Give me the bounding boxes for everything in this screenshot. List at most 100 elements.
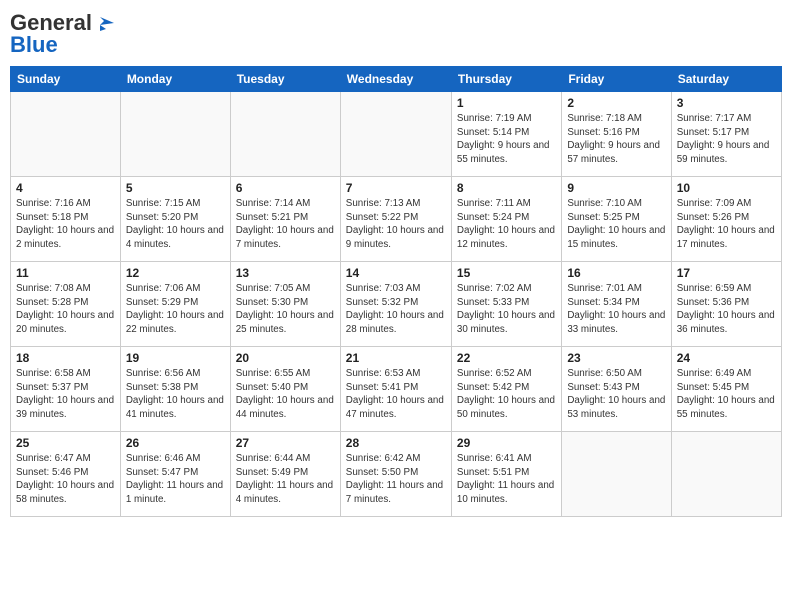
day-cell: 16 Sunrise: 7:01 AMSunset: 5:34 PMDayligh…	[562, 262, 671, 347]
day-cell: 14 Sunrise: 7:03 AMSunset: 5:32 PMDayligh…	[340, 262, 451, 347]
day-info: Sunrise: 7:09 AMSunset: 5:26 PMDaylight:…	[677, 197, 776, 252]
day-info: Sunrise: 7:01 AMSunset: 5:34 PMDaylight:…	[567, 282, 665, 337]
day-number: 29	[457, 436, 556, 450]
day-cell: 2 Sunrise: 7:18 AMSunset: 5:16 PMDaylight…	[562, 92, 671, 177]
page-header: General Blue	[10, 10, 782, 58]
column-header-monday: Monday	[120, 67, 230, 92]
day-info: Sunrise: 6:41 AMSunset: 5:51 PMDaylight:…	[457, 452, 556, 507]
day-cell: 6Sunrise: 7:14 AMSunset: 5:21 PMDaylight…	[230, 177, 340, 262]
column-header-tuesday: Tuesday	[230, 67, 340, 92]
day-info: Sunrise: 6:52 AMSunset: 5:42 PMDaylight:…	[457, 367, 556, 422]
day-info: Sunrise: 6:56 AMSunset: 5:38 PMDaylight:…	[126, 367, 225, 422]
day-info: Sunrise: 6:55 AMSunset: 5:40 PMDaylight:…	[236, 367, 335, 422]
calendar-table: SundayMondayTuesdayWednesdayThursdayFrid…	[10, 66, 782, 517]
day-cell: 17 Sunrise: 6:59 AMSunset: 5:36 PMDayligh…	[671, 262, 781, 347]
day-info: Sunrise: 7:15 AMSunset: 5:20 PMDaylight:…	[126, 197, 225, 252]
day-number: 4	[16, 181, 115, 195]
day-number: 5	[126, 181, 225, 195]
day-number: 7	[346, 181, 446, 195]
day-cell	[120, 92, 230, 177]
day-number: 16	[567, 266, 665, 280]
day-info: Sunrise: 7:18 AMSunset: 5:16 PMDaylight:…	[567, 112, 665, 167]
logo-bird-icon	[92, 15, 114, 33]
day-info: Sunrise: 7:10 AMSunset: 5:25 PMDaylight:…	[567, 197, 665, 252]
day-number: 12	[126, 266, 225, 280]
day-cell: 22Sunrise: 6:52 AMSunset: 5:42 PMDayligh…	[451, 347, 561, 432]
week-row-5: 25Sunrise: 6:47 AMSunset: 5:46 PMDayligh…	[11, 432, 782, 517]
day-info: Sunrise: 7:19 AMSunset: 5:14 PMDaylight:…	[457, 112, 556, 167]
column-header-wednesday: Wednesday	[340, 67, 451, 92]
day-cell: 8 Sunrise: 7:11 AMSunset: 5:24 PMDaylight…	[451, 177, 561, 262]
day-info: Sunrise: 7:17 AMSunset: 5:17 PMDaylight:…	[677, 112, 776, 167]
day-cell: 15Sunrise: 7:02 AMSunset: 5:33 PMDayligh…	[451, 262, 561, 347]
day-cell: 19 Sunrise: 6:56 AMSunset: 5:38 PMDayligh…	[120, 347, 230, 432]
day-number: 15	[457, 266, 556, 280]
logo-blue-text: Blue	[10, 32, 58, 58]
day-info: Sunrise: 7:16 AMSunset: 5:18 PMDaylight:…	[16, 197, 115, 252]
day-number: 25	[16, 436, 115, 450]
day-cell: 12 Sunrise: 7:06 AMSunset: 5:29 PMDayligh…	[120, 262, 230, 347]
day-cell	[230, 92, 340, 177]
column-header-sunday: Sunday	[11, 67, 121, 92]
day-cell	[340, 92, 451, 177]
day-cell: 10Sunrise: 7:09 AMSunset: 5:26 PMDayligh…	[671, 177, 781, 262]
day-cell: 24 Sunrise: 6:49 AMSunset: 5:45 PMDayligh…	[671, 347, 781, 432]
day-info: Sunrise: 7:05 AMSunset: 5:30 PMDaylight:…	[236, 282, 335, 337]
day-cell: 20 Sunrise: 6:55 AMSunset: 5:40 PMDayligh…	[230, 347, 340, 432]
day-cell: 18 Sunrise: 6:58 AMSunset: 5:37 PMDayligh…	[11, 347, 121, 432]
day-cell: 9 Sunrise: 7:10 AMSunset: 5:25 PMDaylight…	[562, 177, 671, 262]
logo: General Blue	[10, 10, 114, 58]
day-number: 20	[236, 351, 335, 365]
day-number: 1	[457, 96, 556, 110]
day-info: Sunrise: 7:11 AMSunset: 5:24 PMDaylight:…	[457, 197, 556, 252]
week-row-1: 1 Sunrise: 7:19 AMSunset: 5:14 PMDaylight…	[11, 92, 782, 177]
column-header-saturday: Saturday	[671, 67, 781, 92]
day-info: Sunrise: 7:13 AMSunset: 5:22 PMDaylight:…	[346, 197, 446, 252]
day-number: 17	[677, 266, 776, 280]
day-number: 13	[236, 266, 335, 280]
day-cell: 7 Sunrise: 7:13 AMSunset: 5:22 PMDaylight…	[340, 177, 451, 262]
day-cell: 25Sunrise: 6:47 AMSunset: 5:46 PMDayligh…	[11, 432, 121, 517]
day-number: 6	[236, 181, 335, 195]
column-header-friday: Friday	[562, 67, 671, 92]
week-row-2: 4 Sunrise: 7:16 AMSunset: 5:18 PMDaylight…	[11, 177, 782, 262]
day-cell: 23 Sunrise: 6:50 AMSunset: 5:43 PMDayligh…	[562, 347, 671, 432]
day-info: Sunrise: 7:06 AMSunset: 5:29 PMDaylight:…	[126, 282, 225, 337]
day-cell: 1 Sunrise: 7:19 AMSunset: 5:14 PMDaylight…	[451, 92, 561, 177]
day-cell: 3 Sunrise: 7:17 AMSunset: 5:17 PMDaylight…	[671, 92, 781, 177]
day-cell: 27Sunrise: 6:44 AMSunset: 5:49 PMDayligh…	[230, 432, 340, 517]
day-cell: 11 Sunrise: 7:08 AMSunset: 5:28 PMDayligh…	[11, 262, 121, 347]
week-row-3: 11 Sunrise: 7:08 AMSunset: 5:28 PMDayligh…	[11, 262, 782, 347]
day-number: 21	[346, 351, 446, 365]
day-number: 18	[16, 351, 115, 365]
day-info: Sunrise: 7:03 AMSunset: 5:32 PMDaylight:…	[346, 282, 446, 337]
day-info: Sunrise: 6:59 AMSunset: 5:36 PMDaylight:…	[677, 282, 776, 337]
day-cell: 21Sunrise: 6:53 AMSunset: 5:41 PMDayligh…	[340, 347, 451, 432]
day-info: Sunrise: 7:08 AMSunset: 5:28 PMDaylight:…	[16, 282, 115, 337]
day-info: Sunrise: 6:58 AMSunset: 5:37 PMDaylight:…	[16, 367, 115, 422]
day-number: 3	[677, 96, 776, 110]
day-number: 8	[457, 181, 556, 195]
day-info: Sunrise: 6:44 AMSunset: 5:49 PMDaylight:…	[236, 452, 335, 507]
day-cell: 4 Sunrise: 7:16 AMSunset: 5:18 PMDaylight…	[11, 177, 121, 262]
day-info: Sunrise: 6:50 AMSunset: 5:43 PMDaylight:…	[567, 367, 665, 422]
day-number: 24	[677, 351, 776, 365]
column-header-thursday: Thursday	[451, 67, 561, 92]
day-cell: 28Sunrise: 6:42 AMSunset: 5:50 PMDayligh…	[340, 432, 451, 517]
day-cell: 5 Sunrise: 7:15 AMSunset: 5:20 PMDaylight…	[120, 177, 230, 262]
day-cell	[11, 92, 121, 177]
day-number: 9	[567, 181, 665, 195]
day-cell: 26Sunrise: 6:46 AMSunset: 5:47 PMDayligh…	[120, 432, 230, 517]
week-row-4: 18 Sunrise: 6:58 AMSunset: 5:37 PMDayligh…	[11, 347, 782, 432]
day-number: 26	[126, 436, 225, 450]
day-number: 28	[346, 436, 446, 450]
header-row: SundayMondayTuesdayWednesdayThursdayFrid…	[11, 67, 782, 92]
day-number: 14	[346, 266, 446, 280]
day-info: Sunrise: 6:49 AMSunset: 5:45 PMDaylight:…	[677, 367, 776, 422]
day-number: 11	[16, 266, 115, 280]
day-number: 2	[567, 96, 665, 110]
day-cell	[562, 432, 671, 517]
day-cell	[671, 432, 781, 517]
day-number: 23	[567, 351, 665, 365]
day-number: 19	[126, 351, 225, 365]
